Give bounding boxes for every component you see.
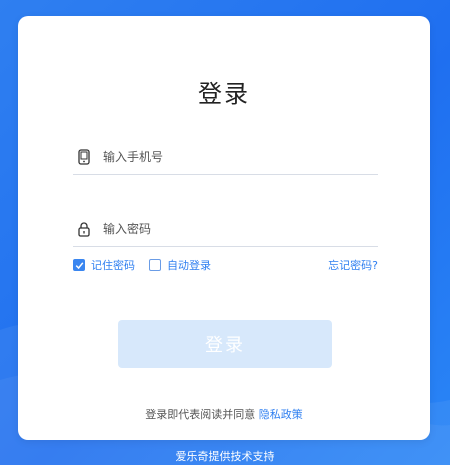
agreement-text: 登录即代表阅读并同意 隐私政策 xyxy=(18,406,430,422)
unchecked-box-icon xyxy=(149,259,161,271)
remember-password-checkbox[interactable]: 记住密码 xyxy=(73,257,135,273)
agreement-prefix: 登录即代表阅读并同意 xyxy=(145,408,256,421)
support-footer: 爱乐奇提供技术支持 xyxy=(175,450,275,463)
login-card: 登录 记住密码 自动登录 xyxy=(18,16,430,440)
auto-login-checkbox[interactable]: 自动登录 xyxy=(149,257,211,273)
phone-field[interactable] xyxy=(73,140,378,175)
phone-icon xyxy=(75,148,93,166)
privacy-policy-link[interactable]: 隐私政策 xyxy=(259,408,303,421)
password-field[interactable] xyxy=(73,212,378,247)
login-title: 登录 xyxy=(198,80,250,108)
auto-login-label: 自动登录 xyxy=(167,259,211,272)
password-input[interactable] xyxy=(103,222,363,236)
login-options: 记住密码 自动登录 忘记密码? xyxy=(73,256,378,274)
check-icon xyxy=(73,259,85,271)
phone-input[interactable] xyxy=(103,150,363,164)
login-button[interactable]: 登录 xyxy=(118,320,332,368)
forgot-password-link[interactable]: 忘记密码? xyxy=(328,257,378,273)
remember-password-label: 记住密码 xyxy=(91,259,135,272)
lock-icon xyxy=(75,220,93,238)
